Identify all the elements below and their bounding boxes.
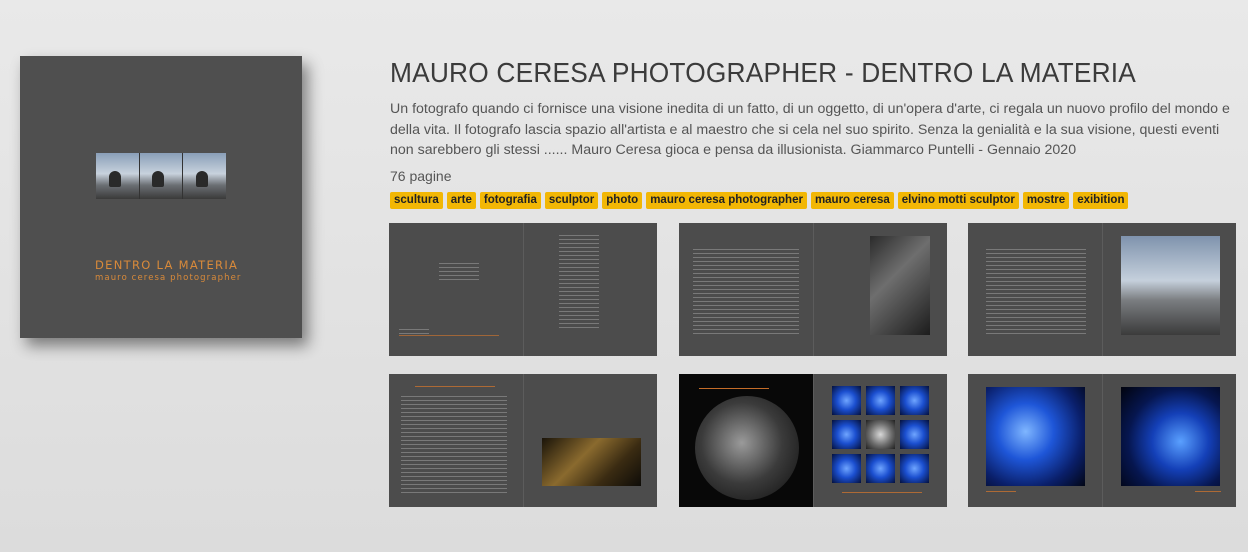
tag[interactable]: arte (446, 192, 476, 209)
page-count: 76 pagine (390, 168, 452, 184)
tag[interactable]: scultura (390, 192, 443, 209)
photo-grid (831, 386, 929, 483)
spread-page-right (1101, 223, 1236, 356)
spread-page-right (522, 223, 657, 356)
book-cover[interactable]: DENTRO LA MATERIA mauro ceresa photograp… (20, 56, 302, 338)
page-spread-thumbnail[interactable] (679, 223, 947, 356)
page-spread-thumbnail[interactable] (968, 374, 1236, 507)
tag[interactable]: elvino motti sculptor (897, 192, 1019, 209)
spread-page-left (389, 374, 523, 507)
cover-subtitle: mauro ceresa photographer (95, 273, 242, 283)
spread-page-right (812, 223, 947, 356)
spread-page-left (968, 223, 1102, 356)
tag[interactable]: mauro ceresa (810, 192, 894, 209)
page-spread-thumbnail[interactable] (968, 223, 1236, 356)
portrait-photo (869, 236, 930, 335)
cover-title: DENTRO LA MATERIA (95, 258, 239, 272)
spread-page-right (522, 374, 657, 507)
blue-photo (986, 387, 1085, 486)
blue-photo (1120, 387, 1220, 486)
workshop-photo (541, 438, 641, 486)
tag[interactable]: mostre (1022, 192, 1070, 209)
page-spread-thumbnail[interactable] (389, 374, 657, 507)
page-spread-thumbnail[interactable] (679, 374, 947, 507)
book-title: MAURO CERESA PHOTOGRAPHER - DENTRO LA MA… (390, 57, 1137, 88)
tag[interactable]: fotografia (479, 192, 541, 209)
spread-page-right (812, 374, 947, 507)
spread-page-left (389, 223, 523, 356)
tag[interactable]: photo (602, 192, 643, 209)
tag[interactable]: exibition (1073, 192, 1129, 209)
landscape-photo (1120, 236, 1220, 335)
tag[interactable]: mauro ceresa photographer (646, 192, 807, 209)
page-spread-thumbnail[interactable] (389, 223, 657, 356)
spread-page-left (968, 374, 1102, 507)
spread-page-left (679, 223, 813, 356)
book-description: Un fotografo quando ci fornisce una visi… (390, 101, 1230, 158)
tag-list: scultura arte fotografia sculptor photo … (390, 192, 1129, 209)
sculpture-photo (695, 396, 799, 500)
tag[interactable]: sculptor (544, 192, 599, 209)
cover-photo (96, 153, 227, 199)
spread-page-left (679, 374, 813, 507)
spread-page-right (1101, 374, 1236, 507)
